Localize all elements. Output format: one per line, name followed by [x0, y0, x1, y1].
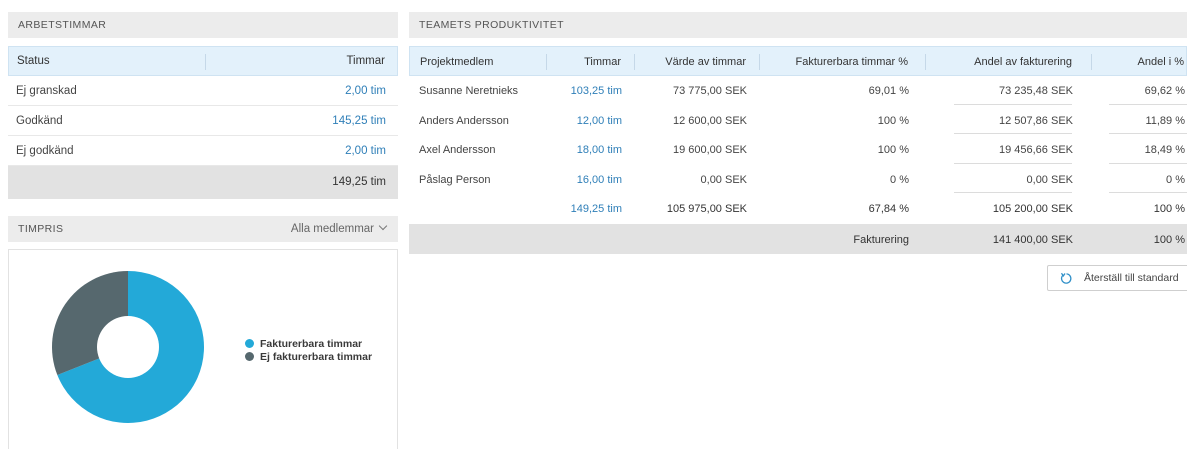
- column-divider: [1091, 54, 1092, 70]
- arbetstimmar-table: Status Timmar Ej granskad 2,00 tim Godkä…: [8, 46, 398, 199]
- billable-percent: 100 %: [877, 144, 909, 156]
- reset-button-label: Återställ till standard: [1084, 272, 1179, 284]
- table-row: Ej godkänd 2,00 tim: [8, 136, 398, 166]
- column-header-projektmedlem[interactable]: Projektmedlem: [420, 56, 493, 68]
- chevron-down-icon: [378, 221, 388, 231]
- billing-share-amount[interactable]: 12 507,86 SEK: [999, 115, 1073, 127]
- column-divider: [205, 54, 206, 70]
- input-underline: [954, 162, 1072, 164]
- column-header-timmar[interactable]: Timmar: [346, 55, 385, 67]
- column-header-varde[interactable]: Värde av timmar: [665, 56, 746, 68]
- hours-link[interactable]: 12,00 tim: [577, 115, 622, 127]
- fakturering-amount: 141 400,00 SEK: [992, 233, 1073, 246]
- billing-share-amount[interactable]: 73 235,48 SEK: [999, 85, 1073, 97]
- hours-value: 0,00 SEK: [700, 173, 747, 186]
- billing-share-percent[interactable]: 11,89 %: [1145, 115, 1185, 127]
- status-label: Godkänd: [16, 115, 63, 127]
- timpris-header: TIMPRIS Alla medlemmar: [8, 216, 398, 242]
- input-underline: [954, 103, 1072, 105]
- team-header: TEAMETS PRODUKTIVITET: [409, 12, 1187, 38]
- billing-share-amount[interactable]: 0,00 SEK: [1027, 174, 1073, 186]
- fakturering-row: Fakturering 141 400,00 SEK 100 %: [409, 223, 1187, 254]
- total-value: 105 975,00 SEK: [666, 203, 747, 215]
- input-underline: [954, 133, 1072, 134]
- team-title: TEAMETS PRODUKTIVITET: [419, 19, 564, 31]
- legend-item-fakturerbara[interactable]: Fakturerbara timmar: [245, 338, 372, 350]
- legend-swatch: [245, 352, 254, 361]
- hours-link[interactable]: 2,00 tim: [345, 85, 386, 97]
- total-billing-share-percent: 100 %: [1153, 203, 1185, 215]
- hours-link[interactable]: 18,00 tim: [577, 144, 622, 156]
- fakturering-label: Fakturering: [853, 233, 909, 246]
- legend-swatch: [245, 339, 254, 348]
- arbetstimmar-header-row: Status Timmar: [8, 46, 398, 76]
- column-header-fakturerbara-pct[interactable]: Fakturerbara timmar %: [796, 56, 908, 68]
- billing-share-percent[interactable]: 18,49 %: [1145, 144, 1185, 156]
- column-divider: [925, 54, 926, 70]
- hours-link[interactable]: 103,25 tim: [571, 85, 622, 97]
- donut-hole: [97, 316, 159, 378]
- total-row: 149,25 tim: [8, 166, 398, 199]
- member-filter-value: Alla medlemmar: [290, 223, 374, 235]
- billing-share-percent[interactable]: 0 %: [1166, 174, 1185, 186]
- chart-legend: Fakturerbara timmar Ej fakturerbara timm…: [245, 338, 372, 364]
- team-header-row: Projektmedlem Timmar Värde av timmar Fak…: [409, 46, 1187, 76]
- status-label: Ej godkänd: [16, 145, 74, 157]
- refresh-icon: [1060, 272, 1072, 284]
- total-billable-percent: 67,84 %: [868, 203, 909, 215]
- table-row: Anders Andersson 12,00 tim 12 600,00 SEK…: [409, 106, 1187, 136]
- billable-percent: 69,01 %: [868, 85, 909, 97]
- reset-to-default-button[interactable]: Återställ till standard: [1047, 265, 1187, 291]
- input-underline: [1109, 162, 1187, 164]
- hours-link[interactable]: 2,00 tim: [345, 145, 386, 157]
- legend-item-ej-fakturerbara[interactable]: Ej fakturerbara timmar: [245, 351, 372, 363]
- column-divider: [759, 54, 760, 70]
- table-row: Susanne Neretnieks 103,25 tim 73 775,00 …: [409, 76, 1187, 106]
- billing-share-amount[interactable]: 19 456,66 SEK: [999, 144, 1073, 156]
- hours-link[interactable]: 145,25 tim: [332, 115, 386, 127]
- input-underline: [1109, 192, 1187, 193]
- timpris-title: TIMPRIS: [18, 223, 64, 235]
- arbetstimmar-title: ARBETSTIMMAR: [18, 19, 107, 31]
- total-hours-link[interactable]: 149,25 tim: [571, 203, 622, 215]
- column-divider: [634, 54, 635, 70]
- hours-link[interactable]: 16,00 tim: [577, 174, 622, 186]
- column-divider: [546, 54, 547, 70]
- team-productivity-table: Projektmedlem Timmar Värde av timmar Fak…: [409, 46, 1187, 254]
- member-name: Anders Andersson: [419, 114, 509, 127]
- legend-label: Ej fakturerbara timmar: [260, 351, 373, 363]
- input-underline: [1109, 103, 1187, 105]
- input-underline: [1109, 133, 1187, 134]
- member-filter-dropdown[interactable]: Alla medlemmar: [290, 216, 388, 242]
- donut-chart: [52, 271, 204, 423]
- table-row: Ej granskad 2,00 tim: [8, 76, 398, 106]
- table-row: Godkänd 145,25 tim: [8, 106, 398, 136]
- legend-label: Fakturerbara timmar: [260, 338, 363, 350]
- billable-percent: 0 %: [890, 173, 909, 186]
- table-row: Axel Andersson 18,00 tim 19 600,00 SEK 1…: [409, 135, 1187, 165]
- total-billing-share: 105 200,00 SEK: [992, 203, 1073, 215]
- fakturering-percent: 100 %: [1153, 233, 1185, 246]
- member-name: Påslag Person: [419, 173, 491, 186]
- table-row: Påslag Person 16,00 tim 0,00 SEK 0 % 0,0…: [409, 165, 1187, 195]
- column-header-timmar[interactable]: Timmar: [584, 56, 621, 68]
- status-label: Ej granskad: [16, 85, 77, 97]
- billing-share-percent[interactable]: 69,62 %: [1145, 85, 1185, 97]
- column-header-andel[interactable]: Andel av fakturering: [974, 56, 1072, 68]
- member-name: Axel Andersson: [419, 144, 496, 156]
- arbetstimmar-header: ARBETSTIMMAR: [8, 12, 398, 38]
- member-name: Susanne Neretnieks: [419, 85, 519, 97]
- hours-value: 19 600,00 SEK: [672, 144, 747, 156]
- input-underline: [954, 192, 1072, 193]
- column-header-andel-pct[interactable]: Andel i %: [1138, 56, 1184, 68]
- hours-value: 73 775,00 SEK: [672, 85, 747, 97]
- total-hours: 149,25 tim: [332, 176, 386, 188]
- billable-percent: 100 %: [877, 114, 909, 127]
- hours-value: 12 600,00 SEK: [672, 114, 747, 127]
- column-header-status[interactable]: Status: [17, 55, 50, 67]
- totals-row: 149,25 tim 105 975,00 SEK 67,84 % 105 20…: [409, 194, 1187, 224]
